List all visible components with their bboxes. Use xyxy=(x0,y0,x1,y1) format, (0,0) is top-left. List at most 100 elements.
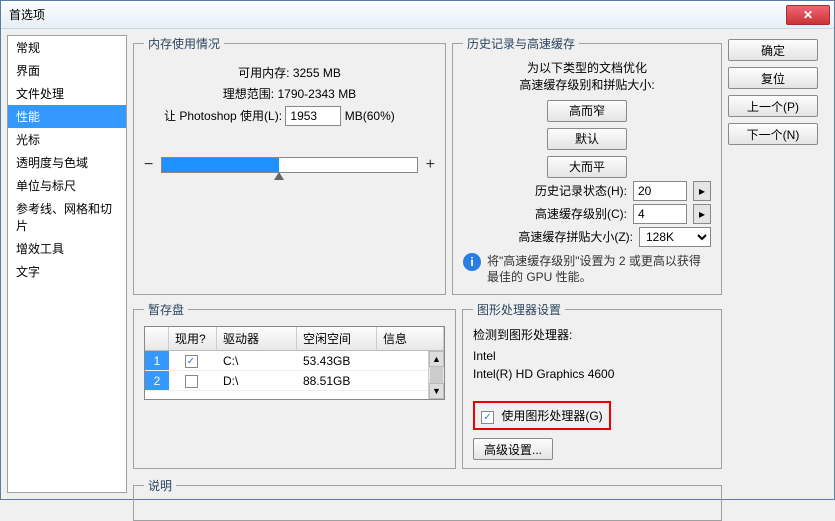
table-header: 现用? 驱动器 空闲空间 信息 xyxy=(145,327,444,351)
history-states-field: 历史记录状态(H): ▸ xyxy=(463,181,711,201)
close-button[interactable]: ✕ xyxy=(786,5,830,25)
history-states-label: 历史记录状态(H): xyxy=(535,182,627,199)
gpu-detect-label: 检测到图形处理器: xyxy=(473,326,711,343)
history-states-spinner[interactable]: ▸ xyxy=(693,181,711,201)
big-flat-button[interactable]: 大而平 xyxy=(547,156,627,178)
memory-fieldset: 内存使用情况 可用内存: 3255 MB 理想范围: 1790-2343 MB … xyxy=(133,35,446,295)
cache-levels-field: 高速缓存级别(C): ▸ xyxy=(463,204,711,224)
right-buttons-column: 确定 复位 上一个(P) 下一个(N) xyxy=(728,35,828,493)
th-num xyxy=(145,327,169,350)
history-note: 为以下类型的文档优化 高速缓存级别和拼贴大小: xyxy=(463,60,711,94)
sidebar-item-interface[interactable]: 界面 xyxy=(8,59,126,82)
sidebar-item-general[interactable]: 常规 xyxy=(8,36,126,59)
history-states-input[interactable] xyxy=(633,181,687,201)
advanced-settings-button[interactable]: 高级设置... xyxy=(473,438,553,460)
let-label: 让 Photoshop 使用(L): xyxy=(164,109,282,123)
gpu-fieldset: 图形处理器设置 检测到图形处理器: Intel Intel(R) HD Grap… xyxy=(462,301,722,469)
reset-button[interactable]: 复位 xyxy=(728,67,818,89)
sidebar-item-performance[interactable]: 性能 xyxy=(8,105,126,128)
left-column: 内存使用情况 可用内存: 3255 MB 理想范围: 1790-2343 MB … xyxy=(133,35,722,493)
active-checkbox[interactable] xyxy=(185,355,198,368)
slider-fill xyxy=(162,158,279,172)
th-drive: 驱动器 xyxy=(217,327,297,350)
row-drive: D:\ xyxy=(217,374,297,388)
th-free: 空闲空间 xyxy=(297,327,377,350)
row-active xyxy=(169,354,217,368)
th-active: 现用? xyxy=(169,327,217,350)
sidebar-item-plugins[interactable]: 增效工具 xyxy=(8,237,126,260)
th-info: 信息 xyxy=(377,327,444,350)
gpu-info: Intel Intel(R) HD Graphics 4600 xyxy=(473,347,711,383)
row-drive: C:\ xyxy=(217,354,297,368)
use-gpu-highlight: 使用图形处理器(G) xyxy=(473,401,611,430)
avail-label: 可用内存: xyxy=(238,66,289,80)
tip-row: i 将"高速缓存级别"设置为 2 或更高以获得最佳的 GPU 性能。 xyxy=(463,253,711,287)
sidebar-item-type[interactable]: 文字 xyxy=(8,260,126,283)
gpu-legend: 图形处理器设置 xyxy=(473,301,565,318)
history-fieldset: 历史记录与高速缓存 为以下类型的文档优化 高速缓存级别和拼贴大小: 高而窄 默认… xyxy=(452,35,722,295)
description-legend: 说明 xyxy=(144,477,176,494)
cache-levels-spinner[interactable]: ▸ xyxy=(693,204,711,224)
mid-row: 暂存盘 现用? 驱动器 空闲空间 信息 1 xyxy=(133,301,722,469)
row-free: 53.43GB xyxy=(297,354,377,368)
top-row: 内存使用情况 可用内存: 3255 MB 理想范围: 1790-2343 MB … xyxy=(133,35,722,295)
main-panel: 内存使用情况 可用内存: 3255 MB 理想范围: 1790-2343 MB … xyxy=(133,35,828,493)
window-title: 首选项 xyxy=(9,6,45,23)
scratch-fieldset: 暂存盘 现用? 驱动器 空闲空间 信息 1 xyxy=(133,301,456,469)
content-area: 常规 界面 文件处理 性能 光标 透明度与色域 单位与标尺 参考线、网格和切片 … xyxy=(1,29,834,499)
cache-levels-label: 高速缓存级别(C): xyxy=(535,205,627,222)
memory-slider-row: − + xyxy=(144,156,435,174)
sidebar-item-units[interactable]: 单位与标尺 xyxy=(8,174,126,197)
minus-icon: − xyxy=(144,156,153,174)
scroll-up-arrow[interactable]: ▲ xyxy=(429,351,444,367)
avail-value: 3255 MB xyxy=(293,66,341,80)
plus-icon: + xyxy=(426,156,435,174)
row-num: 1 xyxy=(145,351,169,370)
row-free: 88.51GB xyxy=(297,374,377,388)
let-row: 让 Photoshop 使用(L): MB(60%) xyxy=(164,106,435,126)
info-icon: i xyxy=(463,253,481,271)
tall-thin-button[interactable]: 高而窄 xyxy=(547,100,627,122)
slider-thumb[interactable] xyxy=(274,172,284,182)
ok-button[interactable]: 确定 xyxy=(728,39,818,61)
ideal-value: 1790-2343 MB xyxy=(277,87,356,101)
memory-slider[interactable] xyxy=(161,157,417,173)
row-num: 2 xyxy=(145,371,169,390)
history-buttons: 高而窄 默认 大而平 xyxy=(463,100,711,178)
active-checkbox[interactable] xyxy=(185,375,198,388)
memory-legend: 内存使用情况 xyxy=(144,35,224,52)
ideal-label: 理想范围: xyxy=(223,87,274,101)
description-fieldset: 说明 xyxy=(133,477,722,521)
scroll-thumb[interactable] xyxy=(430,367,443,383)
table-row[interactable]: 2 D:\ 88.51GB xyxy=(145,371,444,391)
adv-btn-row: 高级设置... xyxy=(473,438,711,460)
use-gpu-checkbox[interactable] xyxy=(481,411,494,424)
titlebar: 首选项 ✕ xyxy=(1,1,834,29)
cache-tile-label: 高速缓存拼贴大小(Z): xyxy=(518,228,633,245)
table-body: 1 C:\ 53.43GB 2 D:\ xyxy=(145,351,444,399)
sidebar-item-guides[interactable]: 参考线、网格和切片 xyxy=(8,197,126,237)
gpu-vendor: Intel xyxy=(473,347,711,365)
ideal-row: 理想范围: 1790-2343 MB xyxy=(144,85,435,102)
default-button[interactable]: 默认 xyxy=(547,128,627,150)
description-body xyxy=(144,502,711,512)
next-button[interactable]: 下一个(N) xyxy=(728,123,818,145)
cache-levels-input[interactable] xyxy=(633,204,687,224)
history-legend: 历史记录与高速缓存 xyxy=(463,35,579,52)
tip-text: 将"高速缓存级别"设置为 2 或更高以获得最佳的 GPU 性能。 xyxy=(487,253,711,287)
cache-tile-field: 高速缓存拼贴大小(Z): 128K xyxy=(463,227,711,247)
let-unit: MB(60%) xyxy=(345,109,395,123)
scratch-table: 现用? 驱动器 空闲空间 信息 1 C:\ 53.43GB xyxy=(144,326,445,400)
memory-input[interactable] xyxy=(285,106,341,126)
category-sidebar: 常规 界面 文件处理 性能 光标 透明度与色域 单位与标尺 参考线、网格和切片 … xyxy=(7,35,127,493)
sidebar-item-transparency[interactable]: 透明度与色域 xyxy=(8,151,126,174)
prev-button[interactable]: 上一个(P) xyxy=(728,95,818,117)
sidebar-item-cursors[interactable]: 光标 xyxy=(8,128,126,151)
preferences-window: 首选项 ✕ 常规 界面 文件处理 性能 光标 透明度与色域 单位与标尺 参考线、… xyxy=(0,0,835,500)
row-active xyxy=(169,374,217,388)
table-row[interactable]: 1 C:\ 53.43GB xyxy=(145,351,444,371)
cache-tile-select[interactable]: 128K xyxy=(639,227,711,247)
vertical-scrollbar[interactable]: ▲ ▼ xyxy=(428,351,444,399)
sidebar-item-filehandling[interactable]: 文件处理 xyxy=(8,82,126,105)
scroll-down-arrow[interactable]: ▼ xyxy=(429,383,444,399)
